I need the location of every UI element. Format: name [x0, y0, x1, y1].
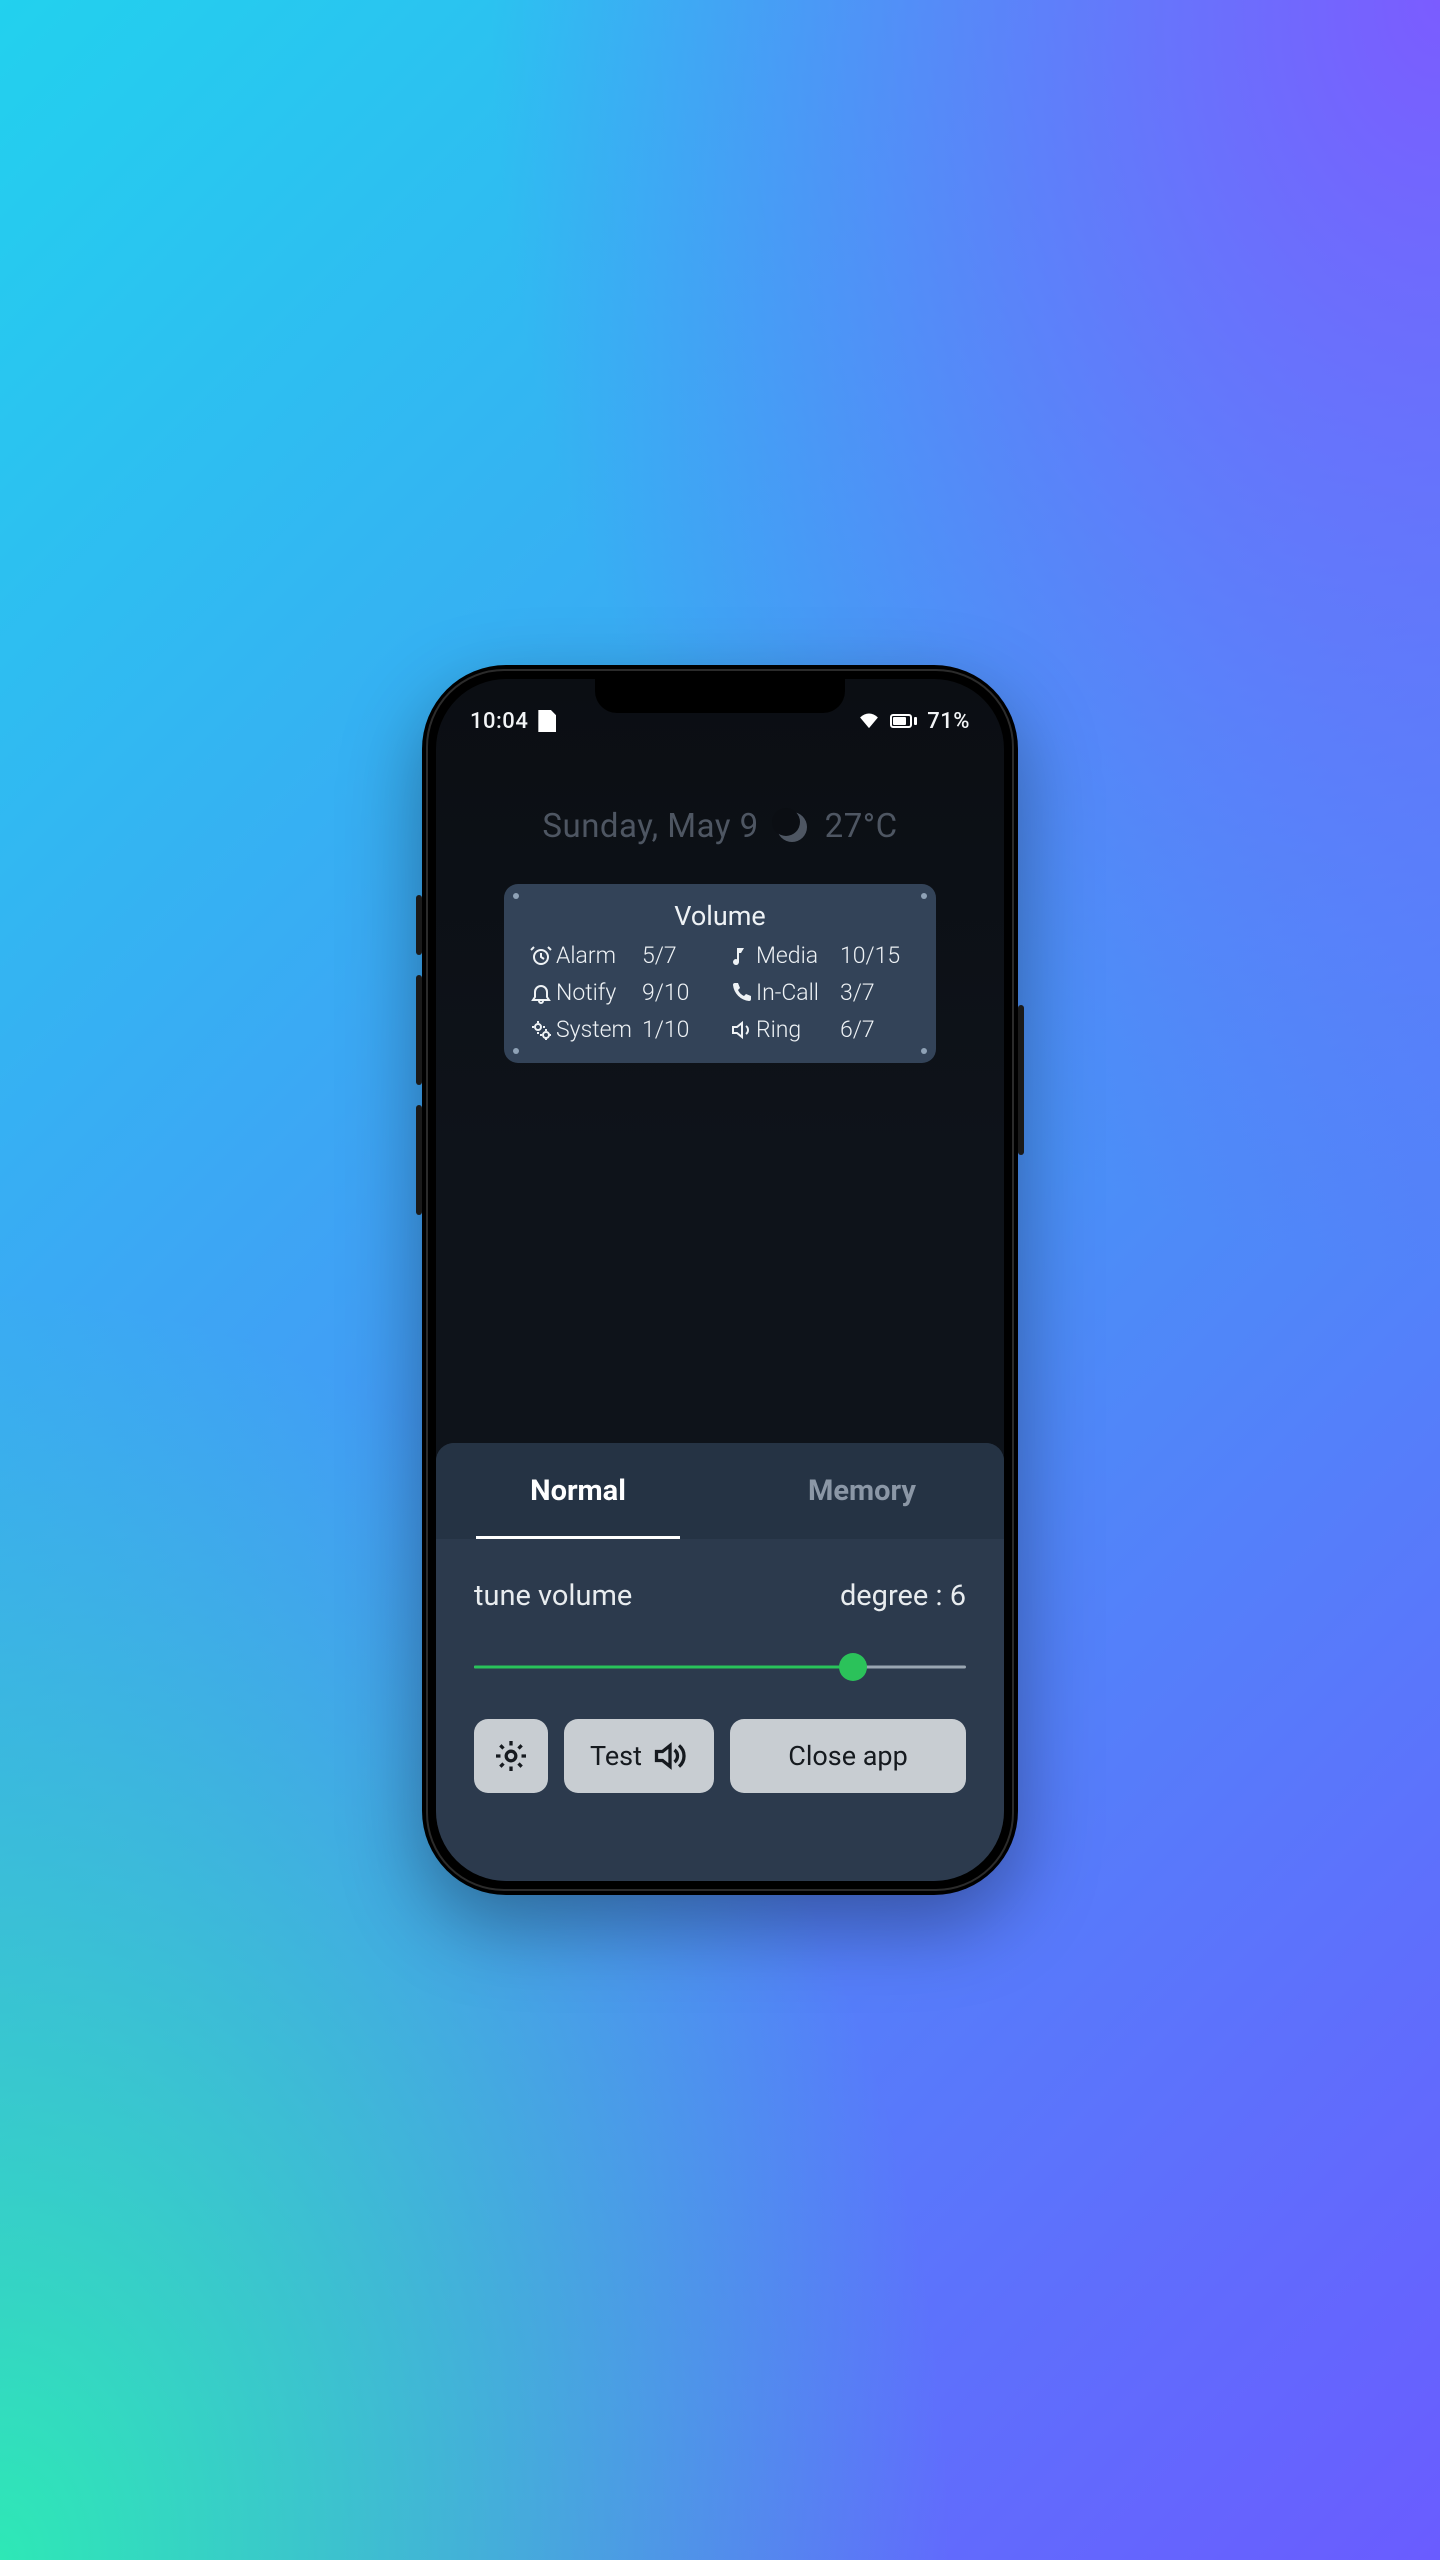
bottom-sheet: Normal Memory tune volume degree : 6	[436, 1443, 1004, 1881]
volume-row-value: 5/7	[642, 942, 714, 969]
gear-icon	[493, 1738, 529, 1774]
phone-side-button	[416, 1105, 422, 1215]
dateline-date: Sunday, May 9	[542, 807, 758, 846]
test-button[interactable]: Test	[564, 1719, 714, 1793]
tune-volume-label: tune volume	[474, 1579, 632, 1613]
volume-row-value: 10/15	[838, 942, 914, 969]
music-icon	[726, 944, 756, 968]
speaker-loud-icon	[652, 1738, 688, 1774]
phone-mockup: 10:04 71% Sunday, May 9	[422, 665, 1018, 1895]
degree-label: degree : 6	[840, 1579, 966, 1613]
volume-row-ring: Ring 6/7	[726, 1016, 914, 1043]
phone-side-button	[416, 975, 422, 1085]
widget-pin	[921, 1048, 927, 1054]
volume-row-label: System	[556, 1016, 642, 1043]
close-app-label: Close app	[788, 1740, 908, 1772]
volume-row-notify: Notify 9/10	[526, 979, 714, 1006]
test-button-label: Test	[590, 1740, 642, 1772]
volume-row-label: Media	[756, 942, 838, 969]
volume-widget[interactable]: Volume Alarm 5/7 M	[504, 884, 936, 1063]
speaker-icon	[726, 1018, 756, 1042]
dateline-temp: 27°C	[825, 807, 898, 846]
phone-screen: 10:04 71% Sunday, May 9	[436, 679, 1004, 1881]
phone-side-button	[1018, 1005, 1024, 1155]
document-icon	[538, 710, 556, 732]
gradient-stage: 10:04 71% Sunday, May 9	[310, 560, 1130, 2000]
statusbar-battery-text: 71%	[927, 709, 970, 734]
moon-icon	[777, 812, 807, 842]
wifi-icon	[858, 713, 880, 729]
volume-row-label: Notify	[556, 979, 642, 1006]
volume-row-alarm: Alarm 5/7	[526, 942, 714, 969]
volume-row-value: 1/10	[642, 1016, 714, 1043]
volume-row-value: 6/7	[838, 1016, 914, 1043]
volume-row-label: Alarm	[556, 942, 642, 969]
volume-row-value: 3/7	[838, 979, 914, 1006]
volume-row-media: Media 10/15	[726, 942, 914, 969]
volume-widget-title: Volume	[526, 900, 914, 932]
battery-icon	[890, 714, 917, 728]
volume-row-label: In-Call	[756, 979, 838, 1006]
gears-icon	[526, 1018, 556, 1042]
volume-row-label: Ring	[756, 1016, 838, 1043]
tab-memory[interactable]: Memory	[720, 1443, 1004, 1539]
statusbar-time: 10:04	[470, 709, 528, 734]
widget-pin	[513, 1048, 519, 1054]
alarm-icon	[526, 944, 556, 968]
volume-slider[interactable]	[474, 1653, 966, 1681]
sheet-tabs: Normal Memory	[436, 1443, 1004, 1539]
slider-fill	[474, 1666, 853, 1669]
widget-pin	[921, 893, 927, 899]
phone-notch	[595, 679, 845, 713]
dateline: Sunday, May 9 27°C	[436, 807, 1004, 846]
volume-row-system: System 1/10	[526, 1016, 714, 1043]
settings-button[interactable]	[474, 1719, 548, 1793]
phone-icon	[726, 981, 756, 1005]
tab-normal[interactable]: Normal	[436, 1443, 720, 1539]
volume-row-incall: In-Call 3/7	[726, 979, 914, 1006]
bell-icon	[526, 981, 556, 1005]
slider-thumb[interactable]	[839, 1653, 867, 1681]
widget-pin	[513, 893, 519, 899]
close-app-button[interactable]: Close app	[730, 1719, 966, 1793]
volume-row-value: 9/10	[642, 979, 714, 1006]
phone-side-button	[416, 895, 422, 955]
